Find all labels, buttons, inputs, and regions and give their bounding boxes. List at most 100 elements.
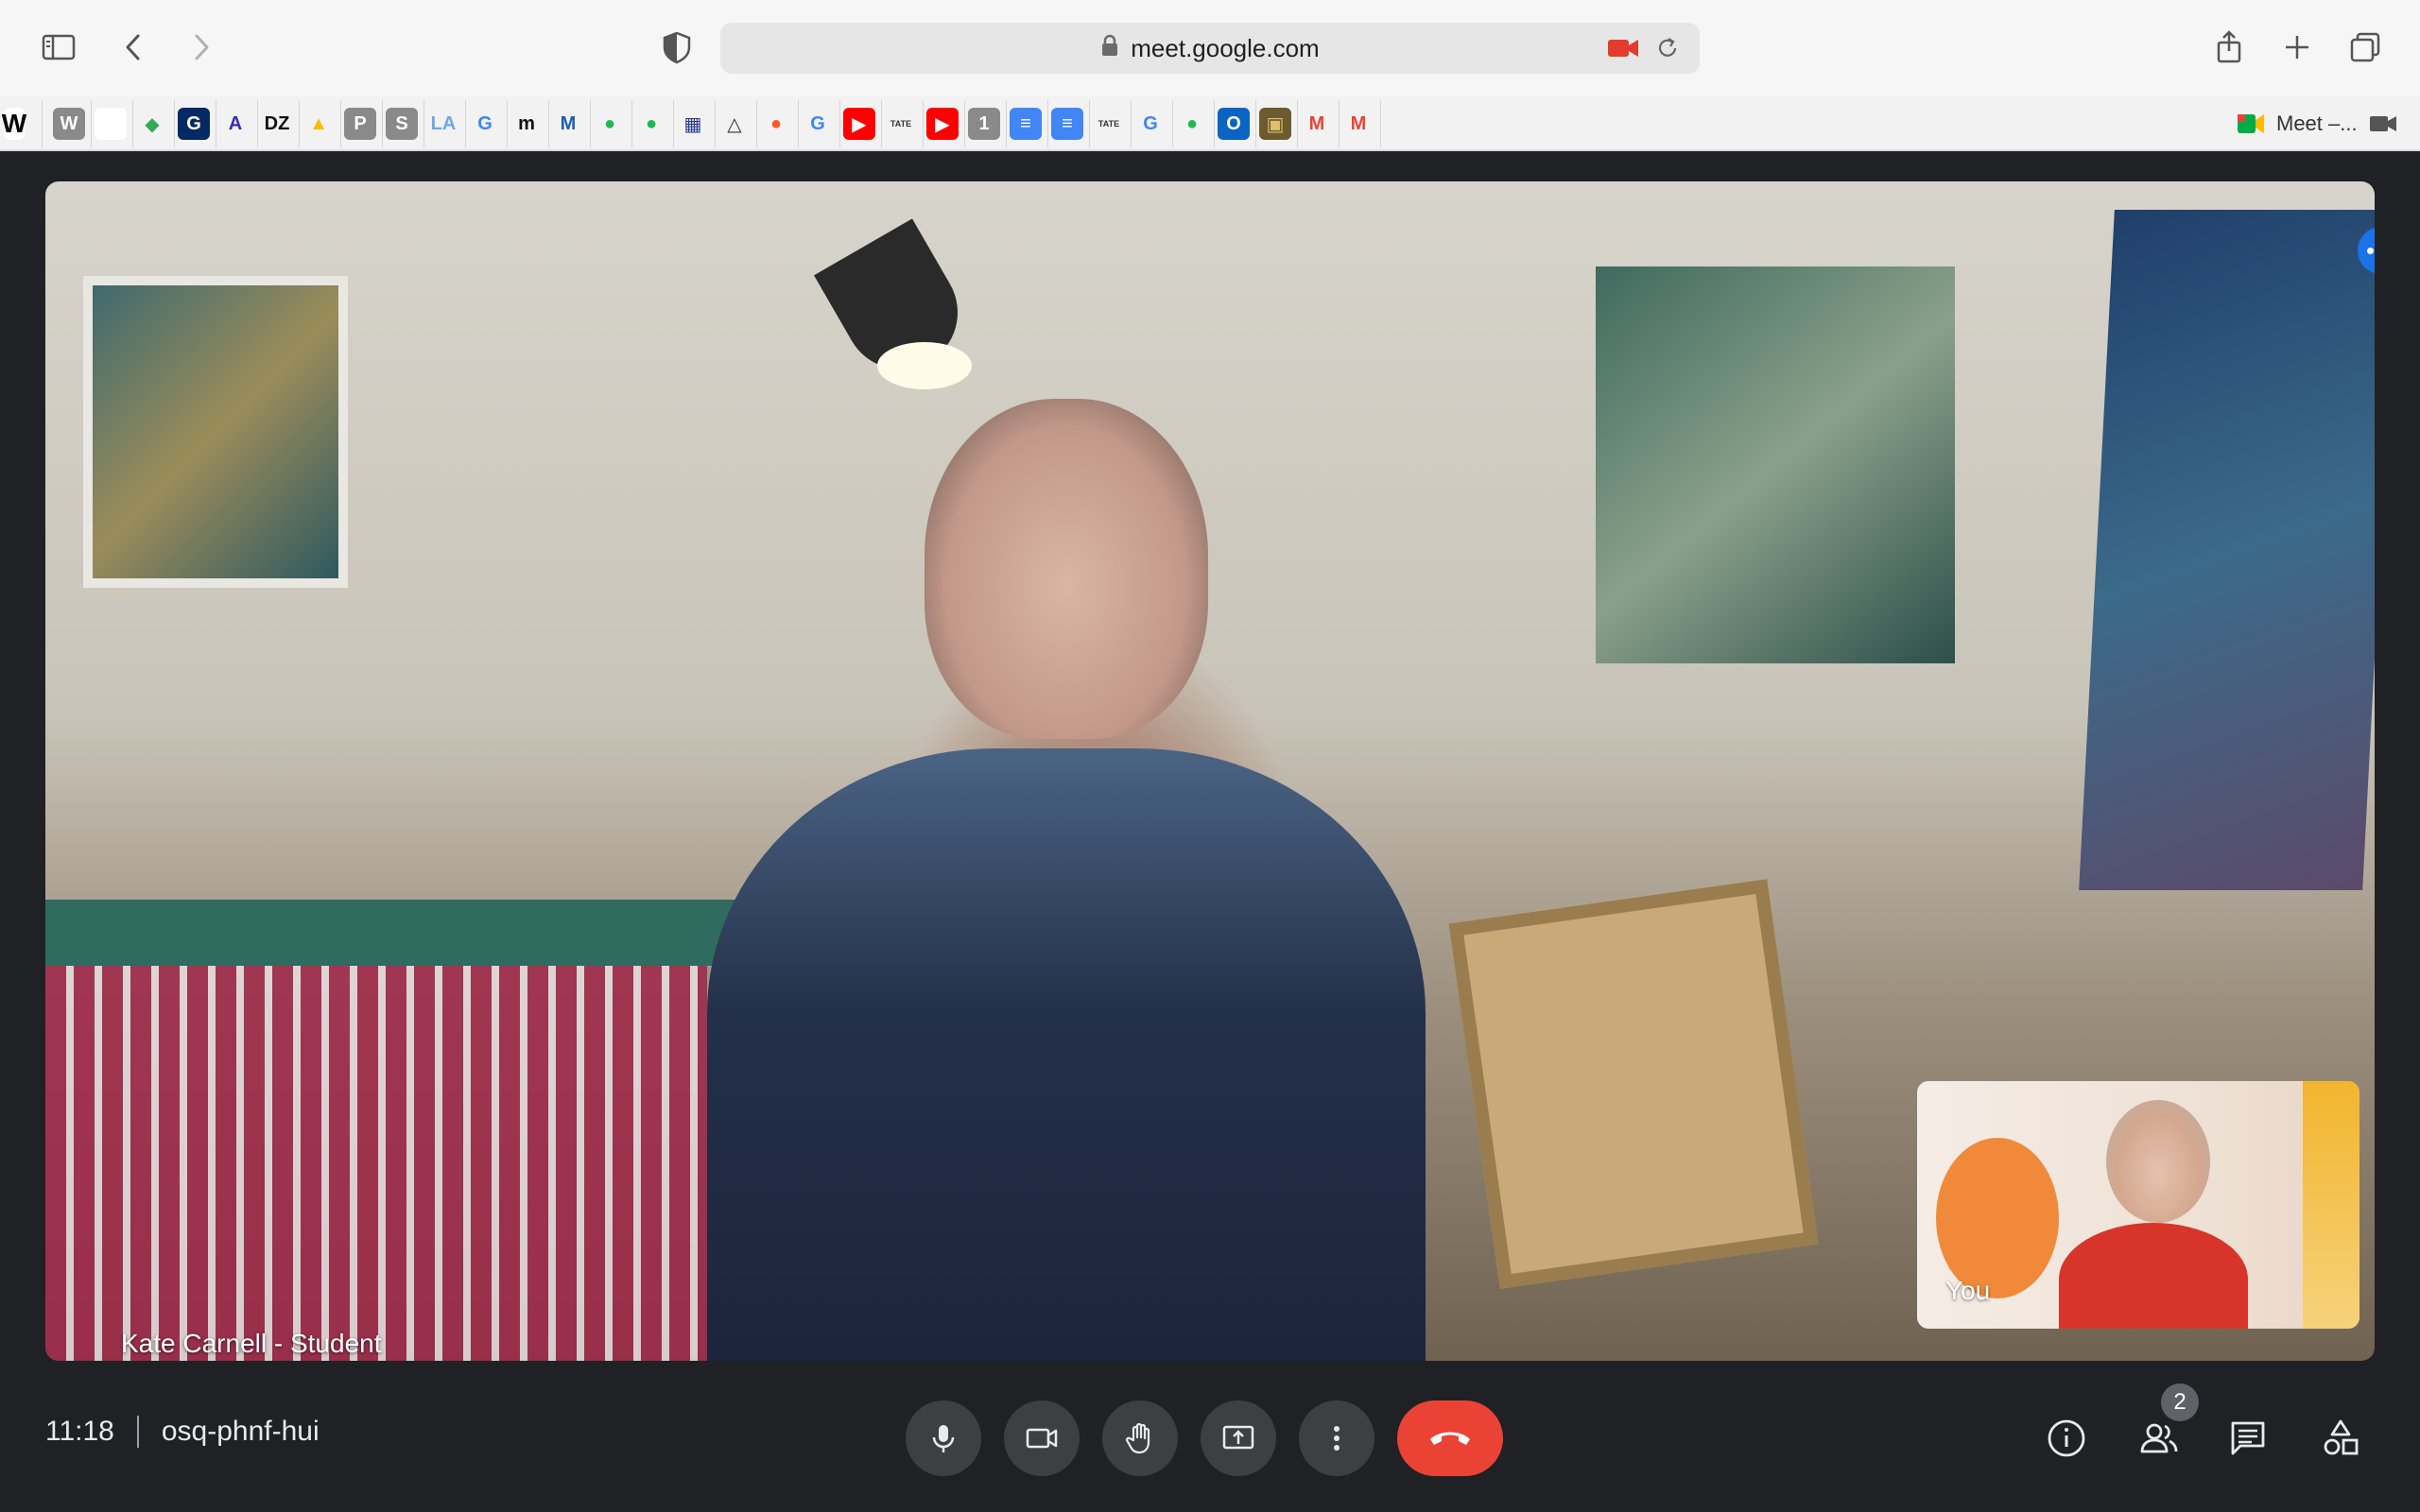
bookmark-spotify-2-icon[interactable]: ● — [635, 108, 667, 140]
more-options-button[interactable] — [1299, 1400, 1374, 1476]
bookmark-separator — [132, 100, 133, 147]
self-video-head — [2106, 1100, 2210, 1223]
reload-icon[interactable] — [1654, 35, 1681, 61]
present-screen-icon — [1222, 1425, 1254, 1450]
self-view-tile[interactable]: You — [1917, 1081, 2360, 1329]
bookmark-google-1-icon[interactable]: G — [469, 108, 501, 140]
bookmark-separator — [1131, 100, 1132, 147]
meet-icon — [2238, 114, 2264, 133]
bookmark-youtube-1-icon[interactable]: ▶ — [843, 108, 875, 140]
bookmark-separator — [299, 100, 300, 147]
bookmark-google-2-icon[interactable]: G — [802, 108, 834, 140]
self-view-background-shape — [1936, 1138, 2059, 1298]
chat-icon — [2231, 1421, 2265, 1455]
video-scene-canvas — [1596, 266, 1955, 663]
sidebar-toggle-button[interactable] — [32, 21, 85, 74]
bookmark-blank-page-icon[interactable] — [95, 108, 127, 140]
participant-name: Kate Carnell - Student — [121, 1329, 382, 1358]
bookmark-separator — [465, 100, 466, 147]
bookmark-google-3-icon[interactable]: G — [1134, 108, 1167, 140]
camera-recording-icon[interactable] — [1607, 36, 1639, 60]
self-video-body — [2059, 1223, 2248, 1329]
share-button[interactable] — [2203, 21, 2256, 74]
bookmark-separator — [673, 100, 674, 147]
leave-call-button[interactable] — [1397, 1400, 1503, 1476]
privacy-shield-button[interactable] — [650, 21, 703, 74]
bookmark-separator — [174, 100, 175, 147]
bookmark-tate-1-icon[interactable]: TATE — [885, 108, 917, 140]
bookmark-grid-app-icon[interactable]: ▦ — [677, 108, 709, 140]
bookmark-wikipedia-icon[interactable]: W — [2, 108, 26, 140]
microphone-button[interactable] — [906, 1400, 981, 1476]
dot-icon — [2366, 247, 2374, 254]
bookmark-separator — [881, 100, 882, 147]
bookmark-triangle-app-icon[interactable]: △ — [718, 108, 751, 140]
address-bar[interactable]: meet.google.com — [720, 23, 1700, 74]
bookmark-photo-app-icon[interactable]: ▣ — [1259, 108, 1291, 140]
bookmark-docs-2-icon[interactable]: ≡ — [1051, 108, 1083, 140]
bookmark-separator — [91, 100, 92, 147]
bookmark-separator — [382, 100, 383, 147]
bookmark-dz-icon[interactable]: DZ — [261, 108, 293, 140]
bookmark-separator — [1255, 100, 1256, 147]
phone-hangup-icon — [1430, 1432, 1470, 1445]
bookmark-atlantic-icon[interactable]: A — [219, 108, 251, 140]
bookmark-separator — [964, 100, 965, 147]
bookmark-gmail-2-icon[interactable]: M — [1342, 108, 1374, 140]
self-label: You — [1945, 1276, 1991, 1305]
video-scene-tablecloth — [45, 966, 707, 1361]
bookmark-spotify-3-icon[interactable]: ● — [1176, 108, 1208, 140]
bookmarks-bar: Meet –... W W ◆ G A DZ ▲ P S LA Gm M ● ● ▦ △ ● G ▶ TATE ▶ 1 ≡ ≡… — [0, 96, 2420, 151]
present-screen-button[interactable] — [1201, 1400, 1276, 1476]
bookmark-meet-label: Meet –... — [2276, 112, 2358, 135]
camera-button[interactable] — [1004, 1400, 1080, 1476]
self-view-background-stripe — [2303, 1081, 2360, 1329]
raise-hand-button[interactable] — [1102, 1400, 1178, 1476]
bookmark-outlook-icon[interactable]: O — [1218, 108, 1250, 140]
bookmark-separator — [507, 100, 508, 147]
url-text: meet.google.com — [1131, 33, 1320, 62]
bookmark-w-app-icon[interactable]: W — [53, 108, 85, 140]
meet-stage: Kate Carnell - Student You 11:18 osq-phn… — [0, 151, 2420, 1512]
bookmark-drive-icon[interactable]: ▲ — [302, 108, 335, 140]
activities-button[interactable] — [2314, 1412, 2367, 1465]
video-scene-artwork — [83, 276, 348, 588]
bookmark-spotify-1-icon[interactable]: ● — [594, 108, 626, 140]
bookmark-separator — [923, 100, 924, 147]
bookmark-m-serif-icon[interactable]: m — [510, 108, 543, 140]
bookmark-s-app-icon[interactable]: S — [386, 108, 418, 140]
sidebar-icon — [42, 34, 76, 60]
bookmark-separator — [1089, 100, 1090, 147]
forward-button[interactable] — [174, 21, 227, 74]
bookmark-gmail-1-icon[interactable]: M — [1301, 108, 1333, 140]
bookmark-youtube-2-icon[interactable]: ▶ — [926, 108, 959, 140]
bookmark-separator — [798, 100, 799, 147]
bookmark-separator — [1172, 100, 1173, 147]
microphone-icon — [932, 1425, 955, 1452]
bookmark-separator — [631, 100, 632, 147]
meeting-time: 11:18 — [45, 1416, 114, 1447]
bookmark-m-blue-icon[interactable]: M — [552, 108, 584, 140]
chevron-right-icon — [195, 34, 209, 60]
chat-button[interactable] — [2221, 1412, 2274, 1465]
bookmark-docs-1-icon[interactable]: ≡ — [1010, 108, 1042, 140]
bookmark-separator — [1339, 100, 1340, 147]
bookmark-p-app-icon[interactable]: P — [344, 108, 376, 140]
video-scene-desk — [45, 900, 745, 966]
bookmark-orange-app-icon[interactable]: ● — [760, 108, 792, 140]
meet-control-bar: 11:18 osq-phnf-hui 2 — [0, 1361, 2420, 1512]
back-button[interactable] — [108, 21, 161, 74]
video-camera-icon — [1026, 1428, 1058, 1449]
bookmark-one-app-icon[interactable]: 1 — [968, 108, 1000, 140]
bookmark-maps-icon[interactable]: ◆ — [136, 108, 168, 140]
bookmark-la-icon[interactable]: LA — [427, 108, 459, 140]
bookmark-guardian-icon[interactable]: G — [178, 108, 210, 140]
new-tab-button[interactable] — [2271, 21, 2324, 74]
bookmark-tate-2-icon[interactable]: TATE — [1093, 108, 1125, 140]
bookmark-separator — [548, 100, 549, 147]
info-icon — [2048, 1419, 2085, 1457]
meeting-details-button[interactable] — [2040, 1412, 2093, 1465]
tab-overview-button[interactable] — [2339, 21, 2392, 74]
browser-toolbar: meet.google.com — [0, 0, 2420, 96]
bookmark-meet[interactable]: Meet –... — [2237, 108, 2397, 140]
